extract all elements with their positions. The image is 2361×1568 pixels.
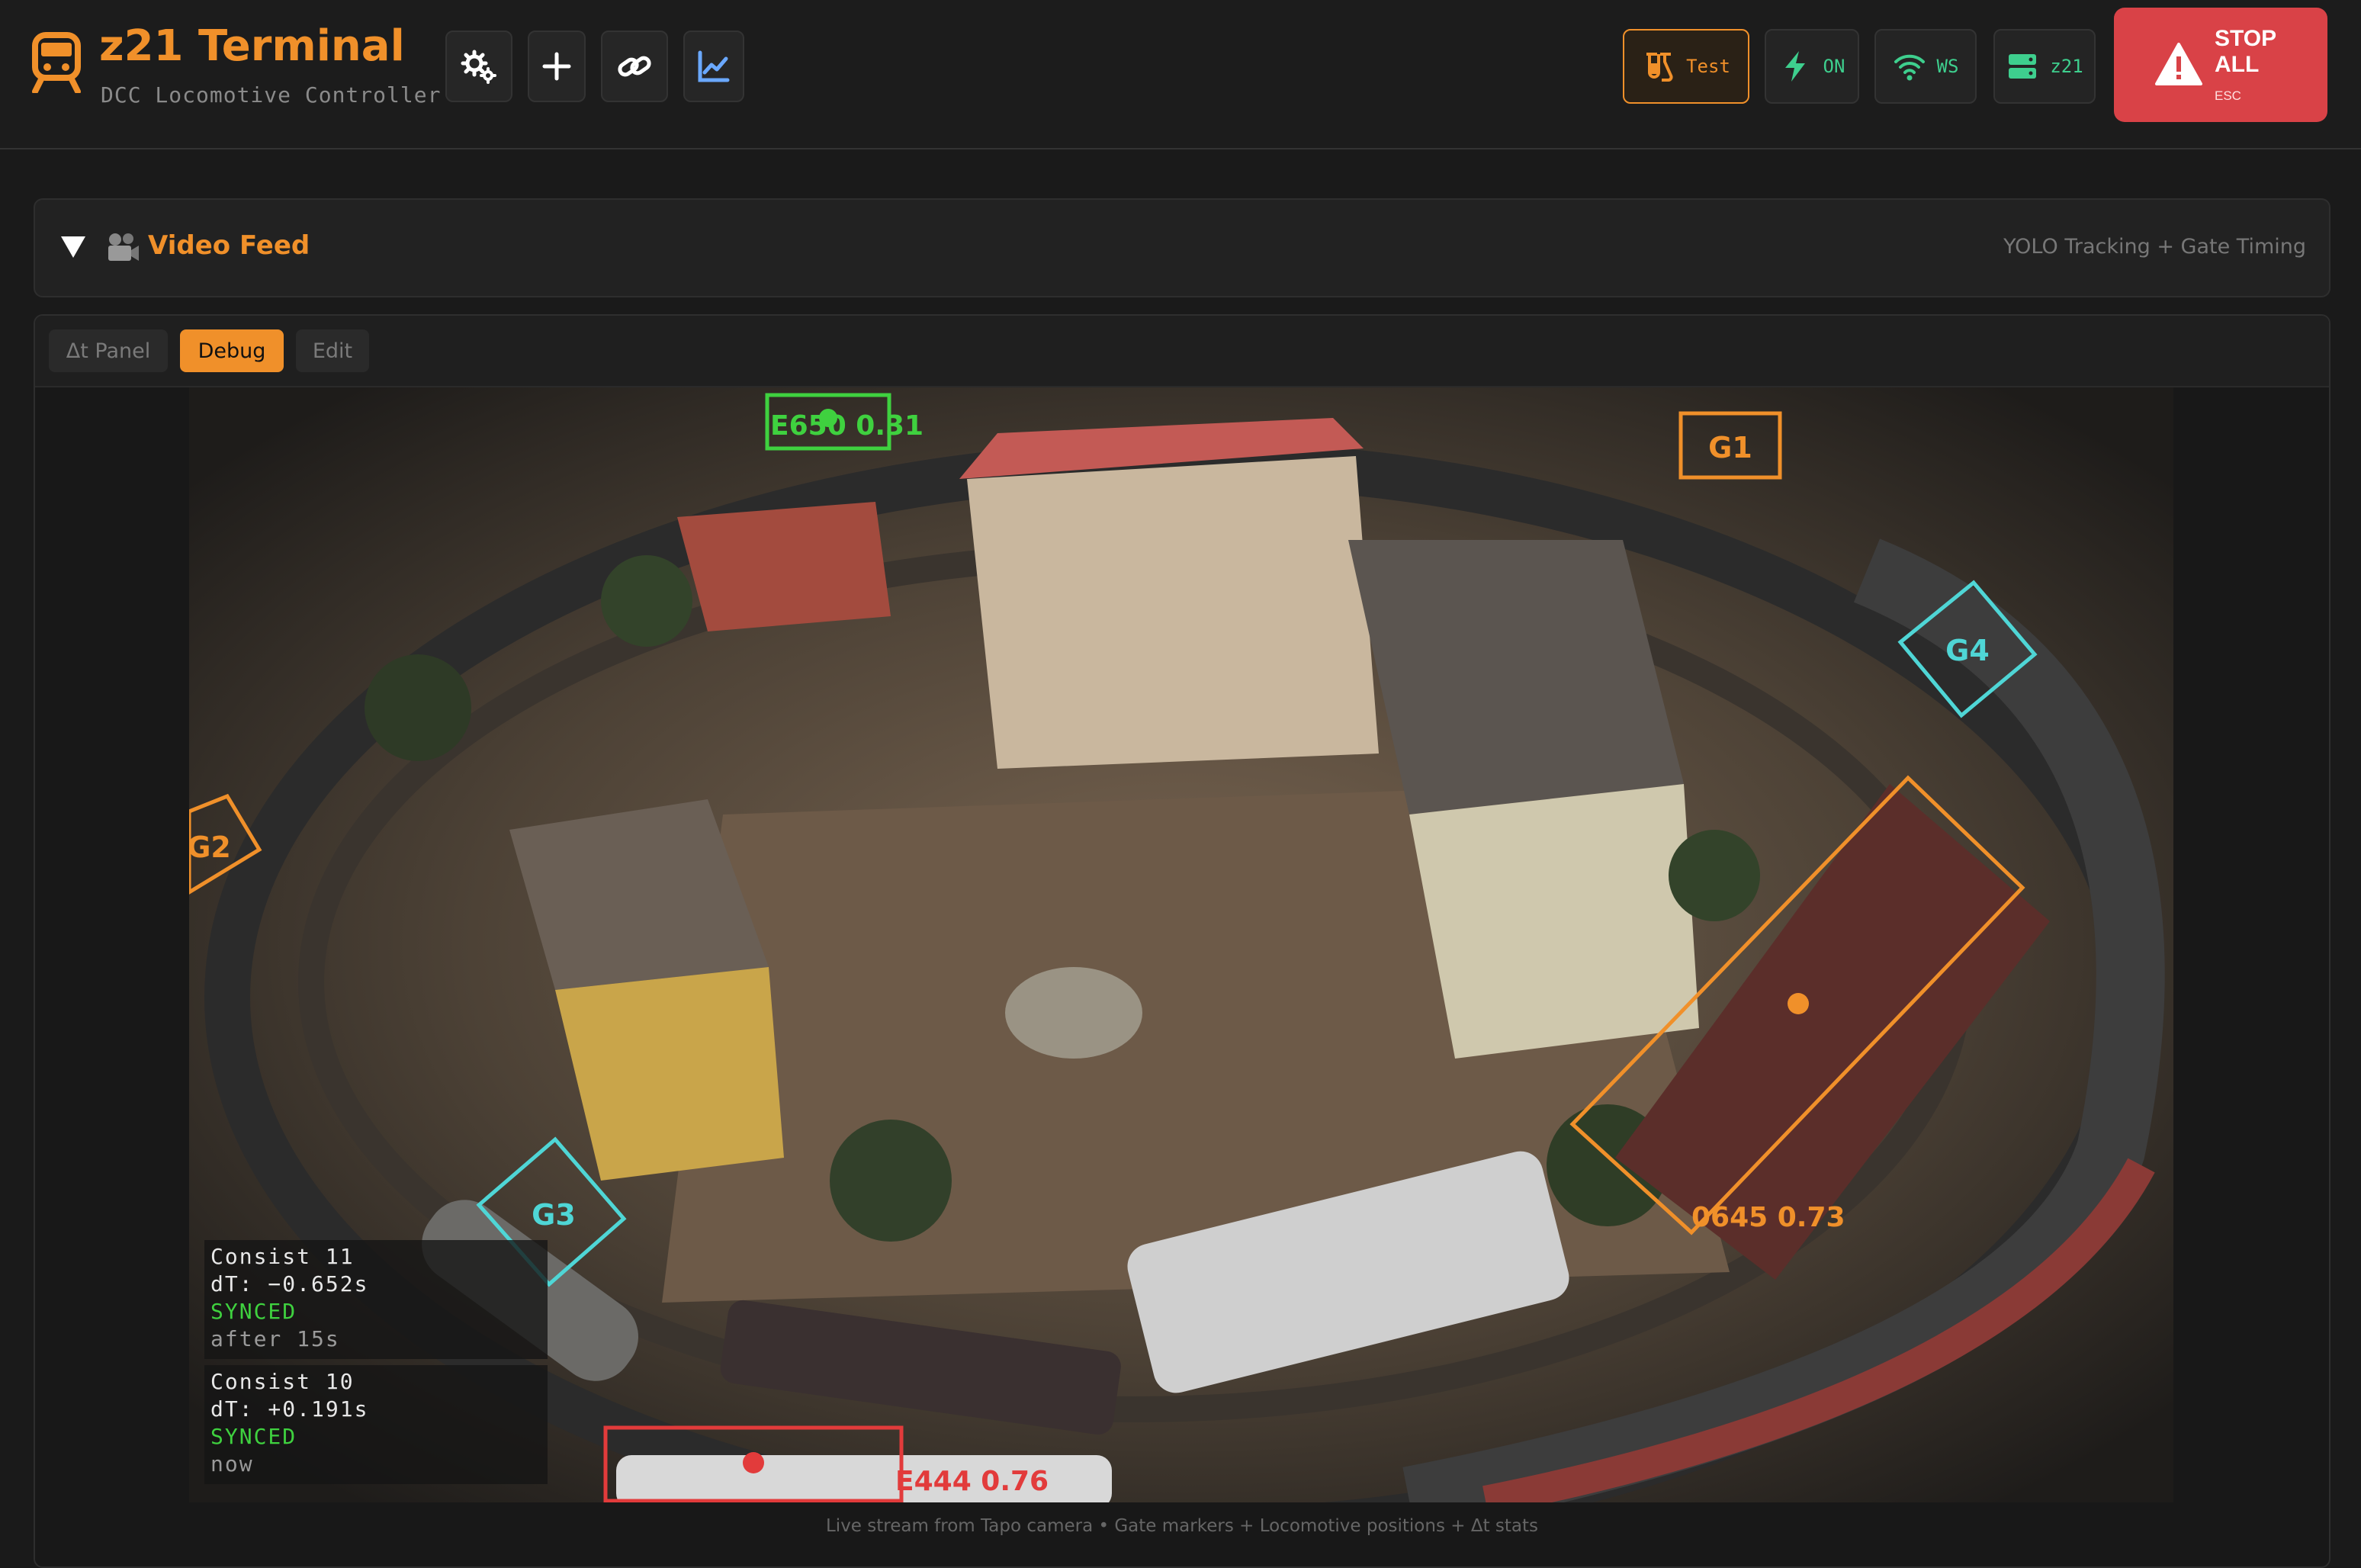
app-header: z21 Terminal DCC Locomotive Controller T… xyxy=(0,0,2361,149)
websocket-status-button[interactable]: WS xyxy=(1874,29,1977,104)
warning-icon xyxy=(2155,43,2202,85)
power-status-label: ON xyxy=(1823,56,1845,77)
detection-e650-label: E650 0.31 xyxy=(770,410,924,442)
tab-edit[interactable]: Edit xyxy=(296,329,369,372)
flask-icon xyxy=(1646,53,1673,82)
stop-all-button[interactable]: STOP ALL ESC xyxy=(2114,8,2327,122)
tab-bar: Δt Panel Debug Edit xyxy=(35,316,2329,387)
video-panel: Δt Panel Debug Edit G1 G2 G3 G4 E650 0.3… xyxy=(34,314,2330,1568)
power-status-button[interactable]: ON xyxy=(1765,29,1859,104)
detection-0645-label: 0645 0.73 xyxy=(1691,1202,1845,1233)
section-title: Video Feed xyxy=(148,230,310,261)
websocket-status-label: WS xyxy=(1936,56,1959,77)
consist-11-stats: Consist 11 dT: −0.652s SYNCED after 15s xyxy=(210,1243,368,1353)
tab-dt-panel[interactable]: Δt Panel xyxy=(49,329,168,372)
gears-icon xyxy=(461,50,496,84)
z21-status-label: z21 xyxy=(2050,56,2083,77)
consist-11-state: SYNCED xyxy=(210,1299,297,1324)
test-mode-label: Test xyxy=(1686,56,1730,77)
plus-icon xyxy=(542,52,571,81)
collapse-triangle-icon[interactable] xyxy=(61,236,85,258)
tab-debug[interactable]: Debug xyxy=(180,329,284,372)
consist-10-when: now xyxy=(210,1451,254,1476)
video-stream[interactable]: G1 G2 G3 G4 E650 0.31 0645 0.73 E444 0.7… xyxy=(189,387,2173,1502)
building-facade xyxy=(1409,784,1699,1059)
gate-g3-label: G3 xyxy=(532,1198,576,1232)
link-icon xyxy=(618,56,651,77)
consist-10-state: SYNCED xyxy=(210,1424,297,1449)
settings-button[interactable] xyxy=(445,31,512,102)
consist-10-stats: Consist 10 dT: +0.191s SYNCED now xyxy=(210,1368,368,1478)
consist-10-dt: dT: +0.191s xyxy=(210,1396,369,1422)
section-subtitle: YOLO Tracking + Gate Timing xyxy=(2003,235,2306,259)
gate-g2-label: G2 xyxy=(189,831,231,864)
camera-icon xyxy=(108,233,139,261)
chart-button[interactable] xyxy=(683,31,744,102)
camera-frame: G1 G2 G3 G4 E650 0.31 0645 0.73 E444 0.7… xyxy=(189,387,2173,1502)
fountain xyxy=(1005,967,1142,1059)
house-roof xyxy=(677,502,891,631)
test-mode-button[interactable]: Test xyxy=(1623,29,1749,104)
link-button[interactable] xyxy=(601,31,668,102)
video-caption: Live stream from Tapo camera • Gate mark… xyxy=(825,1516,1538,1536)
consist-11-name: Consist 11 xyxy=(210,1244,355,1269)
consist-10-name: Consist 10 xyxy=(210,1369,355,1394)
train-logo-icon xyxy=(32,32,81,93)
wifi-icon xyxy=(1894,54,1925,81)
app-title: z21 Terminal xyxy=(99,21,405,71)
add-button[interactable] xyxy=(528,31,586,102)
stop-label-line1: STOP xyxy=(2215,26,2277,51)
video-feed-section-header[interactable]: Video Feed YOLO Tracking + Gate Timing xyxy=(34,198,2330,297)
stop-shortcut: ESC xyxy=(2215,88,2241,103)
building-block xyxy=(967,456,1379,769)
detection-e444-label: E444 0.76 xyxy=(895,1466,1049,1497)
lightning-icon xyxy=(1784,51,1805,82)
gate-g1-label: G1 xyxy=(1708,431,1752,464)
gate-g4-label: G4 xyxy=(1945,634,1990,667)
consist-11-dt: dT: −0.652s xyxy=(210,1271,369,1296)
server-icon xyxy=(2009,54,2037,79)
stop-label-line2: ALL xyxy=(2215,52,2260,77)
app-subtitle: DCC Locomotive Controller xyxy=(101,82,442,108)
consist-11-when: after 15s xyxy=(210,1326,340,1351)
z21-status-button[interactable]: z21 xyxy=(1993,29,2096,104)
line-chart-icon xyxy=(698,50,730,82)
